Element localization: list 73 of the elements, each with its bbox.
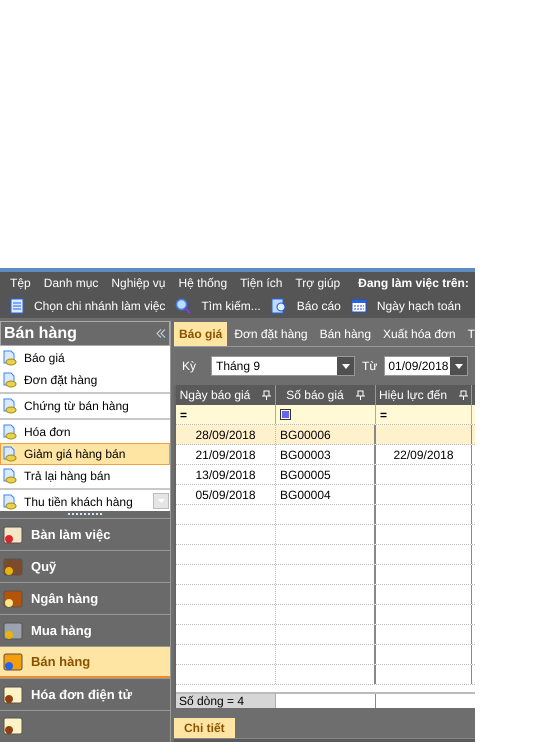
workspace-label: Đang làm việc trên: xyxy=(358,275,469,292)
tab[interactable]: Chi tiết xyxy=(174,718,235,738)
module-item[interactable]: Bàn làm việc xyxy=(0,518,170,550)
toolbar-button[interactable]: Ngày hạch toán xyxy=(350,297,461,315)
module-item[interactable]: Ngân hàng xyxy=(0,582,170,614)
document-icon xyxy=(2,398,18,414)
table-row[interactable]: 05/09/2018 BG00004 xyxy=(176,485,475,505)
table-cell-text: BG00003 xyxy=(280,446,331,464)
toolbar-button[interactable]: Chọn chi nhánh làm việc xyxy=(10,297,166,315)
sidebar-item[interactable]: Thu tiền khách hàng xyxy=(0,491,170,511)
caret-icon xyxy=(158,498,164,503)
module-item[interactable]: Hóa đơn điện tử xyxy=(0,678,170,710)
dropdown-button[interactable] xyxy=(337,357,354,375)
table-cell-text: 21/09/2018 xyxy=(195,446,256,464)
menu-item[interactable]: Danh mục xyxy=(44,274,98,292)
pin-icon[interactable] xyxy=(356,390,365,400)
sidebar-item[interactable]: Giảm giá hàng bán xyxy=(0,443,170,465)
sidebar-item[interactable]: Hóa đơn xyxy=(0,421,170,443)
table-cell-text: 28/09/2018 xyxy=(195,426,256,444)
tab[interactable]: Báo giá xyxy=(174,322,228,346)
document-icon xyxy=(2,350,18,366)
document-icon xyxy=(2,446,18,462)
table-row[interactable]: 13/09/2018 BG00005 xyxy=(176,465,475,485)
module-item[interactable]: Bán hàng xyxy=(0,646,170,678)
sidebar-item[interactable]: Báo giá xyxy=(0,347,170,369)
document-icon xyxy=(2,494,18,510)
search-icon xyxy=(175,298,192,314)
row-count: Số dòng = 4 xyxy=(176,694,276,708)
sidebar-item[interactable]: Đơn đặt hàng xyxy=(0,369,170,391)
caret-icon xyxy=(454,364,463,368)
pin-icon[interactable] xyxy=(262,390,272,400)
filter-operator[interactable]: = xyxy=(380,406,388,424)
toolbar-button[interactable]: Tìm kiếm... xyxy=(175,297,261,315)
menu-item[interactable]: Nghiệp vụ xyxy=(111,274,166,292)
from-date-field[interactable]: 01/09/2018 xyxy=(384,356,468,376)
table-cell-text: 13/09/2018 xyxy=(195,466,256,484)
menu-item[interactable]: Trợ giúp xyxy=(295,274,340,292)
table-row[interactable]: 28/09/2018 BG00006 xyxy=(176,425,475,445)
table-cell-text: 22/09/2018 xyxy=(393,446,454,464)
module-item[interactable]: Quỹ xyxy=(0,550,170,582)
date-picker-button[interactable] xyxy=(450,357,468,375)
tab[interactable]: T xyxy=(462,322,475,346)
filter-checkbox[interactable] xyxy=(280,409,291,420)
collapse-icon[interactable] xyxy=(156,329,166,338)
module-item[interactable]: Mua hàng xyxy=(0,614,170,646)
tab[interactable]: Đơn đặt hàng xyxy=(229,322,313,346)
table-cell-text: BG00004 xyxy=(280,486,331,504)
document-icon xyxy=(2,468,18,484)
menu-item[interactable]: Tiện ích xyxy=(240,274,282,292)
calendar-icon xyxy=(350,299,367,313)
period-dropdown[interactable]: Tháng 9 xyxy=(211,356,355,376)
caret-icon xyxy=(342,364,350,368)
from-label: Từ xyxy=(362,358,378,375)
report-icon xyxy=(270,298,287,314)
menu-item[interactable]: Hệ thống xyxy=(178,274,228,292)
period-label: Kỳ xyxy=(182,358,198,375)
document-icon xyxy=(10,298,24,314)
sidebar-title: Bán hàng xyxy=(4,324,77,344)
table-row[interactable]: 21/09/2018 BG00003 22/09/2018 xyxy=(176,445,475,465)
document-icon xyxy=(2,424,18,440)
table-cell-text: BG00005 xyxy=(280,466,331,484)
tab[interactable]: Bán hàng xyxy=(314,322,376,346)
pin-icon[interactable] xyxy=(459,390,468,400)
splitter-grip-icon[interactable] xyxy=(68,513,102,516)
toolbar-button[interactable]: Báo cáo xyxy=(270,297,341,315)
sidebar-item[interactable]: Trả lại hàng bán xyxy=(0,465,170,487)
table-cell-text: BG00006 xyxy=(280,426,331,444)
table-cell-text: 05/09/2018 xyxy=(195,486,256,504)
sidebar-item[interactable]: Chứng từ bán hàng xyxy=(0,395,170,417)
menu-item[interactable]: Tệp xyxy=(10,274,31,292)
tab[interactable]: Xuất hóa đơn xyxy=(378,322,461,346)
filter-operator[interactable]: = xyxy=(180,406,188,424)
document-icon xyxy=(2,372,18,388)
